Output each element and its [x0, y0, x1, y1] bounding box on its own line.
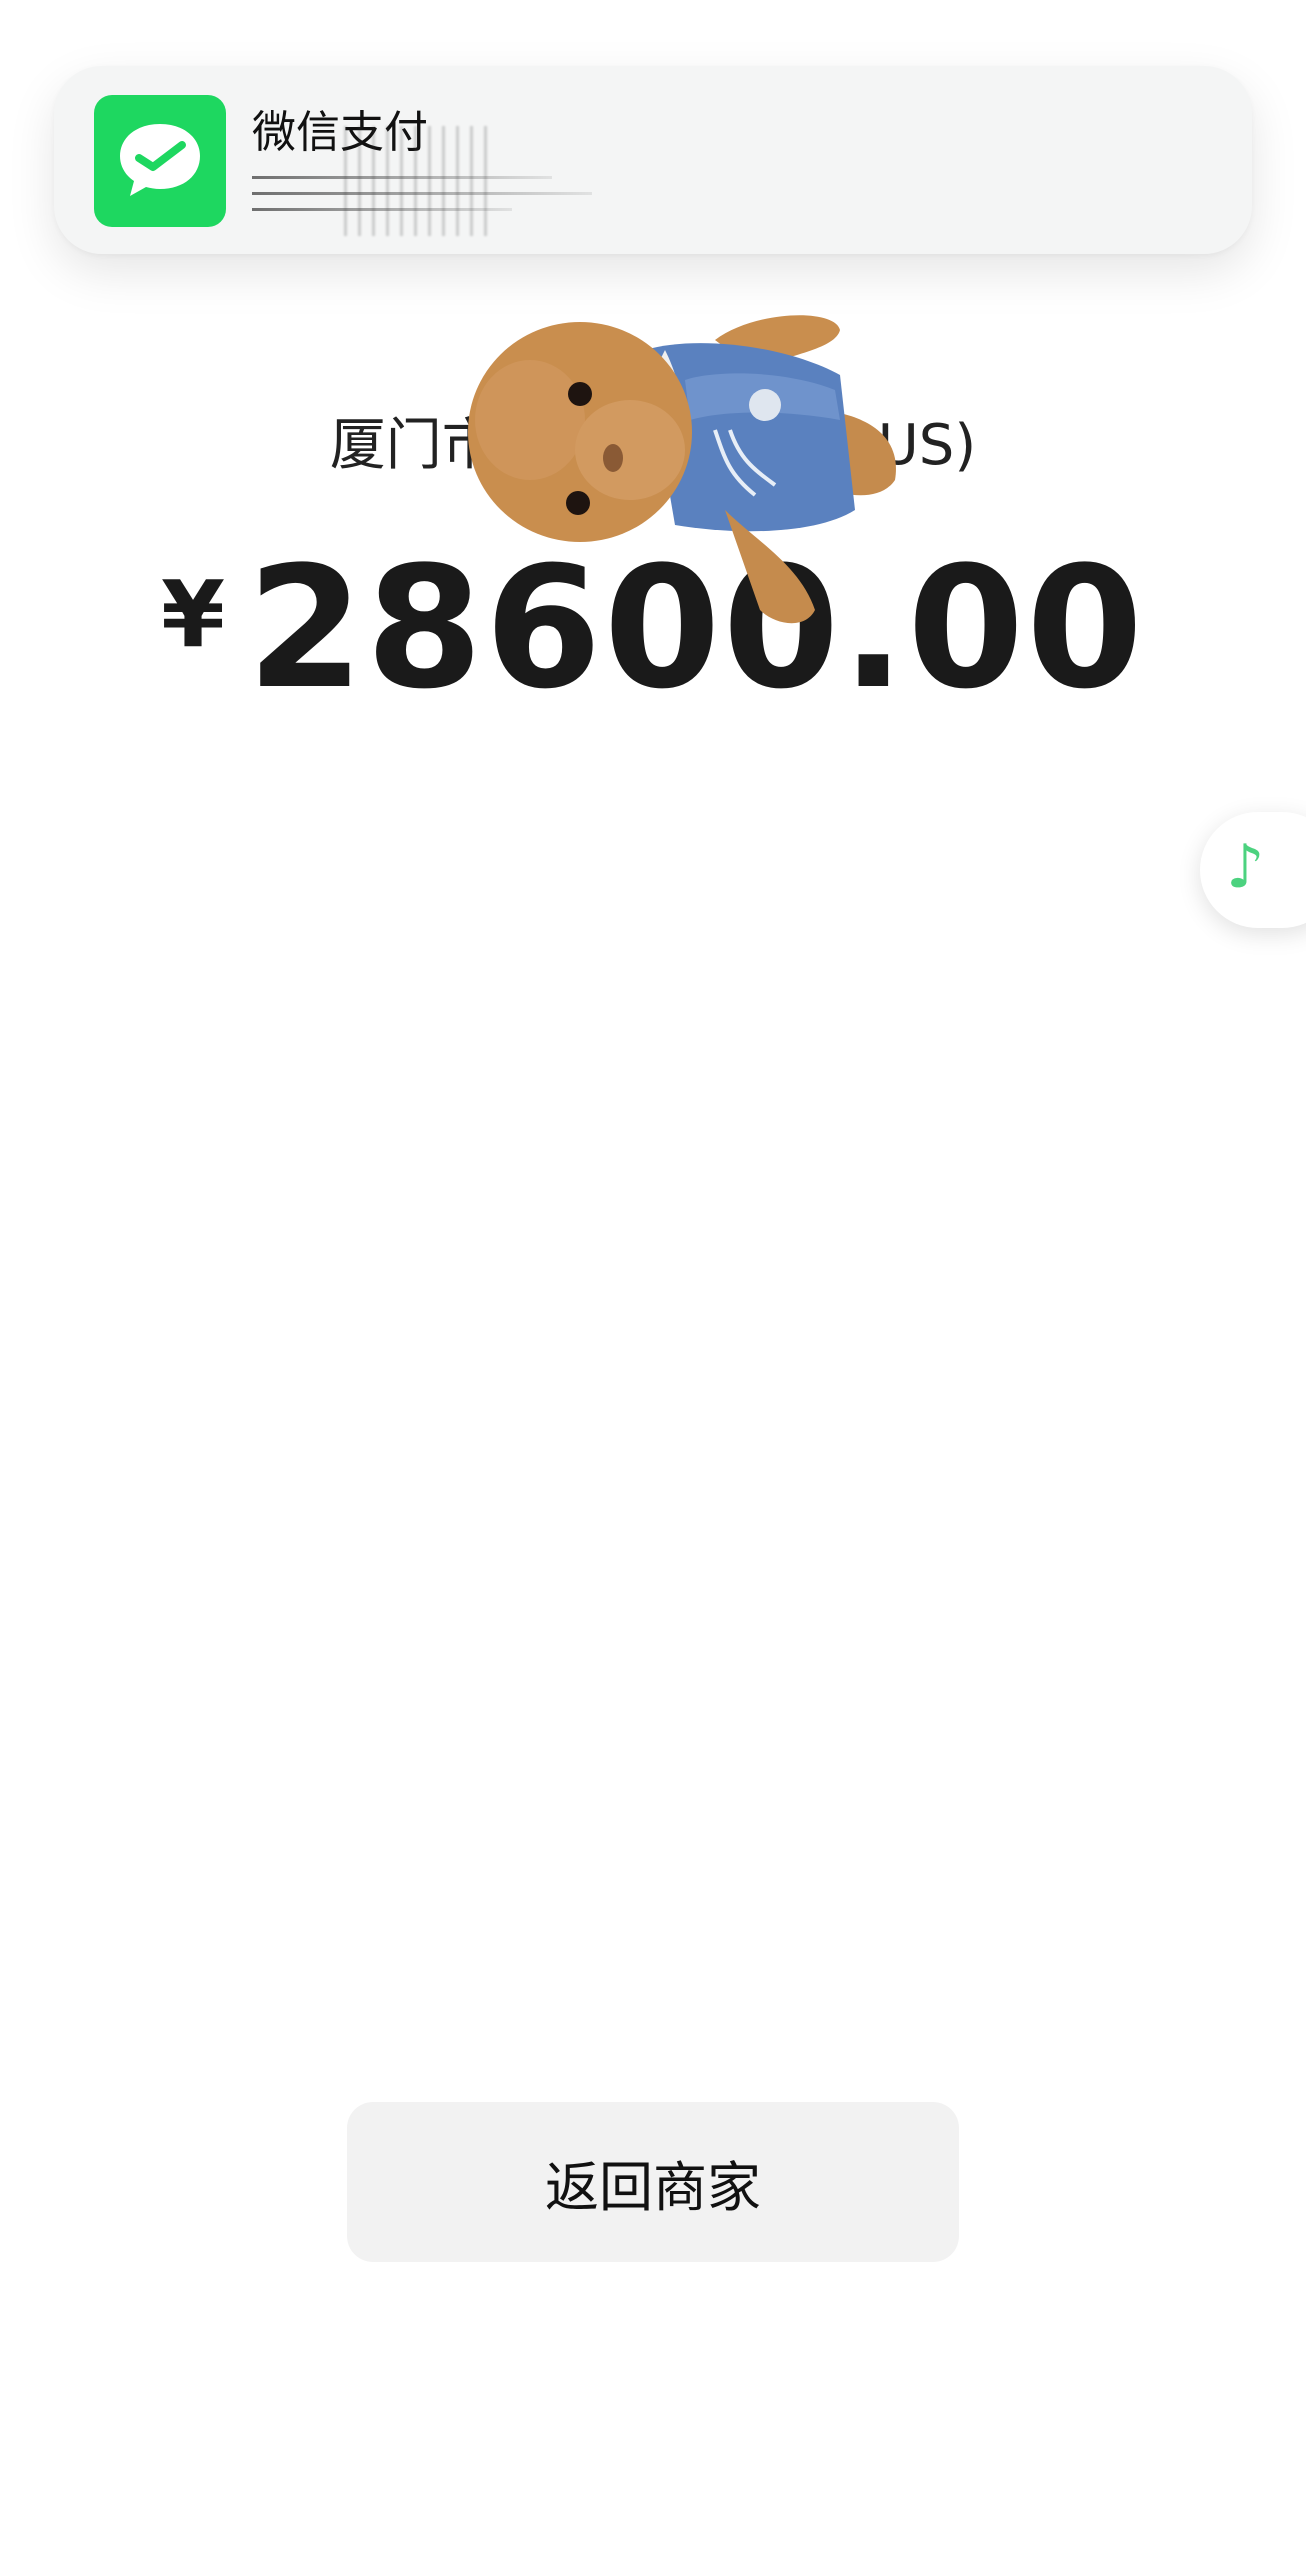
music-note-icon: ♪	[1226, 832, 1265, 902]
notification-banner[interactable]: 微信支付	[54, 66, 1252, 254]
floating-music-button[interactable]: ♪	[1200, 812, 1306, 928]
wechat-pay-icon	[94, 95, 226, 227]
notification-blur-overlay	[344, 126, 494, 236]
return-to-merchant-button[interactable]: 返回商家	[347, 2102, 959, 2262]
plush-dog-sticker	[468, 315, 896, 624]
currency-symbol: ¥	[160, 561, 225, 668]
